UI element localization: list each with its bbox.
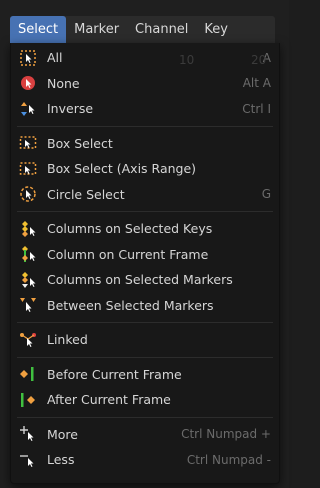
menu-item-inverse[interactable]: Inverse Ctrl I: [11, 96, 279, 122]
menu-item-label: Less: [47, 452, 75, 468]
menu-key[interactable]: Key: [196, 16, 236, 43]
menu-item-shortcut: Ctrl Numpad -: [186, 452, 271, 467]
menu-item-label: Between Selected Markers: [47, 297, 214, 313]
select-more-icon: [19, 425, 37, 443]
box-select-axis-icon: [19, 160, 37, 178]
menu-item-shortcut: Alt A: [242, 76, 271, 91]
menu-separator: [17, 416, 273, 418]
menu-item-shortcut: Ctrl Numpad +: [181, 427, 271, 442]
menu-item-label: All: [47, 50, 63, 66]
background-frame-number: 20: [251, 53, 267, 67]
select-none-icon: [19, 74, 37, 92]
between-selected-markers-icon: [19, 296, 37, 314]
menu-marker[interactable]: Marker: [66, 16, 127, 43]
before-current-frame-icon: [19, 365, 37, 383]
menu-item-box-select[interactable]: Box Select: [11, 131, 279, 157]
menu-item-label: More: [47, 426, 78, 442]
menu-separator: [17, 322, 273, 323]
menu-item-columns-selected-keys[interactable]: Columns on Selected Keys: [11, 216, 279, 242]
menu-item-box-select-axis-range[interactable]: Box Select (Axis Range): [11, 156, 279, 182]
menu-item-label: Column on Current Frame: [47, 246, 209, 262]
menu-item-none[interactable]: None Alt A: [11, 71, 279, 97]
menu-item-linked[interactable]: Linked: [11, 327, 279, 353]
background-frame-number: 10: [179, 53, 195, 67]
menu-item-more[interactable]: More Ctrl Numpad +: [11, 422, 279, 448]
select-all-icon: [19, 49, 37, 67]
menu-select[interactable]: Select: [10, 16, 67, 43]
menu-item-label: Box Select (Axis Range): [47, 161, 197, 177]
menu-separator: [17, 356, 273, 358]
menu-item-label: Inverse: [47, 101, 94, 117]
menu-channel[interactable]: Channel: [127, 16, 196, 43]
menu-item-label: Box Select: [47, 135, 113, 151]
circle-select-icon: [19, 185, 37, 203]
menu-item-less[interactable]: Less Ctrl Numpad -: [11, 447, 279, 473]
box-select-icon: [19, 134, 37, 152]
after-current-frame-icon: [19, 391, 37, 409]
select-dropdown-menu: All A None Alt A Inverse Ctrl I Box Sele…: [10, 43, 280, 484]
linked-icon: [19, 331, 37, 349]
menu-item-label: Columns on Selected Markers: [47, 272, 233, 288]
menu-item-label: After Current Frame: [47, 392, 171, 408]
menu-item-between-selected-markers[interactable]: Between Selected Markers: [11, 293, 279, 319]
menu-item-shortcut: Ctrl I: [242, 101, 271, 116]
menu-item-label: Before Current Frame: [47, 366, 182, 382]
menu-item-label: Linked: [47, 332, 88, 348]
columns-selected-markers-icon: [19, 271, 37, 289]
menu-item-label: Circle Select: [47, 186, 125, 202]
menu-item-label: Columns on Selected Keys: [47, 221, 213, 237]
select-less-icon: [19, 451, 37, 469]
select-inverse-icon: [19, 100, 37, 118]
columns-selected-keys-icon: [19, 220, 37, 238]
menu-item-column-current-frame[interactable]: Column on Current Frame: [11, 242, 279, 268]
menu-separator: [17, 125, 273, 127]
menu-separator: [17, 211, 273, 212]
menu-item-after-current-frame[interactable]: After Current Frame: [11, 387, 279, 413]
menu-item-shortcut: G: [261, 187, 271, 202]
menu-item-columns-selected-markers[interactable]: Columns on Selected Markers: [11, 267, 279, 293]
menu-item-label: None: [47, 75, 80, 91]
header-menubar: Select Marker Channel Key: [10, 16, 275, 43]
column-current-frame-icon: [19, 245, 37, 263]
menu-item-all[interactable]: All A: [11, 45, 279, 71]
menu-item-before-current-frame[interactable]: Before Current Frame: [11, 362, 279, 388]
menu-item-circle-select[interactable]: Circle Select G: [11, 182, 279, 208]
